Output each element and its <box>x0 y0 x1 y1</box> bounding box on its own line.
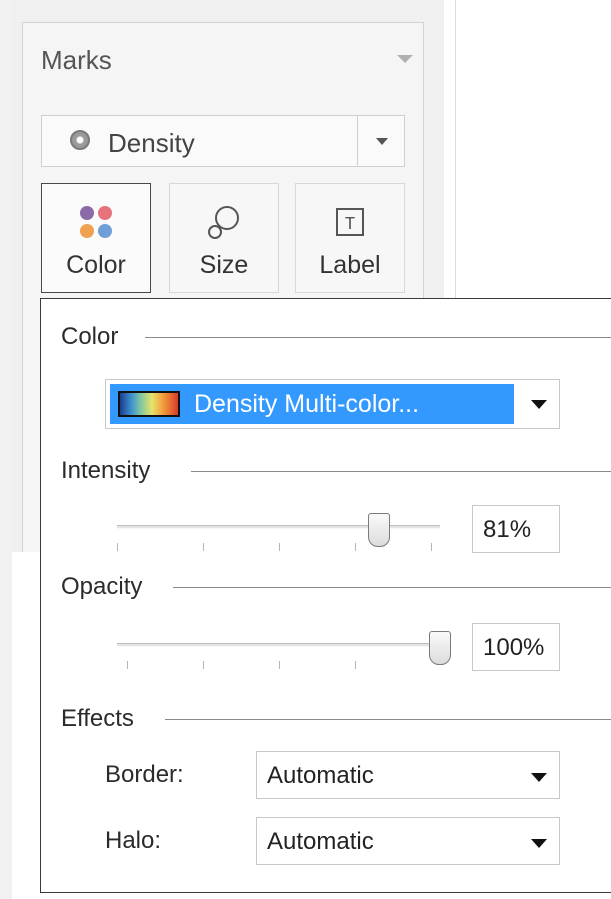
intensity-value-input[interactable]: 81% <box>472 505 560 553</box>
color-shelf-button[interactable]: Color <box>41 183 151 293</box>
halo-dropdown[interactable]: Automatic <box>256 817 560 865</box>
size-shelf-label: Size <box>199 251 249 279</box>
density-mark-icon <box>70 130 90 150</box>
panel-divider <box>455 0 456 300</box>
border-value: Automatic <box>267 762 374 789</box>
slider-tick <box>355 661 356 669</box>
palette-selection: Density Multi-color... <box>110 384 514 424</box>
label-shelf-label: Label <box>319 251 381 279</box>
effects-section-heading: Effects <box>61 705 134 732</box>
slider-tick <box>431 543 432 551</box>
slider-tick <box>355 543 356 551</box>
color-dots-icon <box>80 206 112 238</box>
color-palette-dropdown[interactable]: Density Multi-color... <box>105 379 560 429</box>
slider-tick <box>203 543 204 551</box>
marks-title: Marks <box>41 45 112 75</box>
size-icon <box>208 206 239 239</box>
label-shelf-button[interactable]: T Label <box>295 183 405 293</box>
palette-name: Density Multi-color... <box>194 390 420 418</box>
intensity-slider-thumb[interactable] <box>367 513 390 547</box>
palette-gradient-swatch <box>118 391 180 417</box>
label-text-icon: T <box>336 208 364 236</box>
border-label: Border: <box>105 761 184 788</box>
dropdown-divider <box>357 116 358 166</box>
svg-text:T: T <box>345 215 356 235</box>
size-shelf-button[interactable]: Size <box>169 183 279 293</box>
slider-tick <box>117 543 118 551</box>
opacity-slider-track[interactable] <box>117 643 440 647</box>
halo-value: Automatic <box>267 828 374 855</box>
intensity-slider-track[interactable] <box>117 525 440 529</box>
slider-tick <box>127 661 128 669</box>
mark-type-dropdown[interactable]: Density <box>41 115 405 167</box>
slider-tick <box>203 661 204 669</box>
chevron-down-icon[interactable] <box>376 138 388 145</box>
halo-label: Halo: <box>105 827 162 854</box>
slider-tick <box>279 661 280 669</box>
opacity-value-input[interactable]: 100% <box>472 623 560 671</box>
opacity-section-heading: Opacity <box>61 573 143 600</box>
mark-type-label: Density <box>108 128 195 158</box>
slider-tick <box>279 543 280 551</box>
color-section-heading: Color <box>61 323 119 350</box>
section-divider <box>191 471 611 472</box>
chevron-down-icon[interactable] <box>531 839 547 848</box>
collapse-arrow-icon[interactable] <box>397 55 413 63</box>
opacity-slider-thumb[interactable] <box>429 631 451 665</box>
color-shelf-label: Color <box>66 251 126 279</box>
border-dropdown[interactable]: Automatic <box>256 751 560 799</box>
intensity-section-heading: Intensity <box>61 457 151 484</box>
chevron-down-icon[interactable] <box>531 773 547 782</box>
color-popup: Color Density Multi-color... Intensity 8… <box>40 298 611 893</box>
section-divider <box>173 587 611 588</box>
section-divider <box>165 719 611 720</box>
left-gutter <box>0 0 12 899</box>
section-divider <box>145 337 611 338</box>
chevron-down-icon[interactable] <box>531 400 547 409</box>
